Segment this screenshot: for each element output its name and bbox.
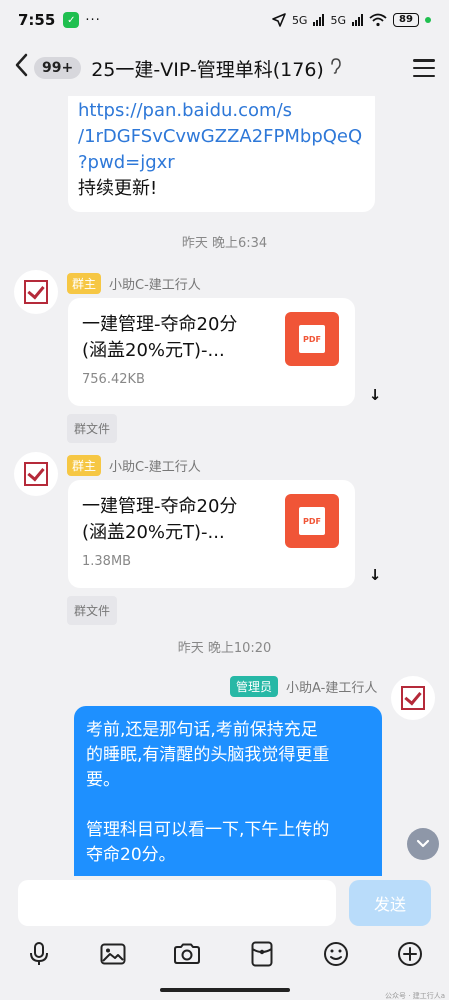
message-line: 要。: [86, 770, 120, 790]
input-bar: 发送 公众号 · 建工行人a: [0, 876, 449, 1000]
watermark: 公众号 · 建工行人a: [385, 992, 445, 1000]
message-line: 考前,还是那句话,考前保持充足: [86, 720, 318, 740]
sender-line: 管理员 小助A-建工行人: [230, 676, 377, 697]
share-link-line-1[interactable]: https://pan.baidu.com/s: [78, 98, 365, 124]
wechat-icon: ✓: [63, 12, 80, 28]
admin-message-bubble[interactable]: 考前,还是那句话,考前保持充足 的睡眠,有清醒的头脑我觉得更重 要。 管理科目可…: [74, 706, 382, 876]
link-message-bubble[interactable]: https://pan.baidu.com/s /1rDGFSvCvwGZZA2…: [68, 96, 375, 212]
checkbox-logo-icon: [401, 686, 425, 710]
chat-messages[interactable]: https://pan.baidu.com/s /1rDGFSvCvwGZZA2…: [0, 96, 449, 876]
file-card[interactable]: 一建管理-夺命20分 (涵盖20%元T)-... 756.42KB PDF: [68, 298, 355, 406]
owner-tag: 群主: [67, 455, 102, 476]
chat-header: 99+ 25一建-VIP-管理单科(176): [0, 40, 449, 96]
sender-name[interactable]: 小助C-建工行人: [109, 274, 201, 293]
scroll-to-bottom-button[interactable]: [407, 828, 439, 860]
checkbox-logo-icon: [24, 462, 48, 486]
sender-name[interactable]: 小助A-建工行人: [286, 677, 377, 696]
sender-line: 群主 小助C-建工行人: [67, 455, 201, 476]
camera-icon[interactable]: [172, 939, 202, 969]
file-name-line-2: (涵盖20%元T)-...: [82, 340, 225, 361]
back-icon[interactable]: [14, 53, 32, 84]
file-card[interactable]: 一建管理-夺命20分 (涵盖20%元T)-... 1.38MB PDF: [68, 480, 355, 588]
status-time: 7:55: [18, 11, 56, 29]
download-icon[interactable]: ↓: [365, 385, 385, 405]
file-name-line-1: 一建管理-夺命20分: [82, 314, 238, 335]
owner-tag: 群主: [67, 273, 102, 294]
microphone-icon[interactable]: [24, 939, 54, 969]
signal-icon-1: [313, 14, 325, 26]
share-link[interactable]: https://pan.baidu.com/s /1rDGFSvCvwGZZA2…: [78, 98, 365, 176]
home-indicator[interactable]: [160, 988, 290, 992]
send-button[interactable]: 发送: [349, 880, 431, 926]
file-size: 1.38MB: [82, 554, 132, 569]
status-bar: 7:55 ✓ ··· 5G 5G 89: [0, 0, 449, 40]
more-notifications-icon: ···: [85, 12, 101, 28]
file-name-line-1: 一建管理-夺命20分: [82, 496, 238, 517]
sender-line: 群主 小助C-建工行人: [67, 273, 201, 294]
signal-icon-2: [352, 14, 363, 26]
wifi-icon: [369, 13, 387, 27]
network-5g-label-1: 5G: [291, 13, 308, 27]
sender-name[interactable]: 小助C-建工行人: [109, 456, 201, 475]
message-line: 夺命20分。: [86, 845, 176, 865]
checkbox-logo-icon: [24, 280, 48, 304]
emoji-icon[interactable]: [321, 939, 351, 969]
battery-icon: 89: [393, 13, 419, 27]
network-5g-label-2: 5G: [330, 13, 346, 27]
pdf-icon-label: PDF: [299, 325, 325, 353]
share-link-line-2[interactable]: /1rDGFSvCvwGZZA2FPMbpQeQ: [78, 124, 365, 150]
pdf-icon: PDF: [285, 312, 339, 366]
input-toolbar: [0, 936, 449, 972]
red-packet-icon[interactable]: [247, 939, 277, 969]
share-link-line-3[interactable]: ?pwd=jgxr: [78, 150, 365, 176]
message-line: 的睡眠,有清醒的头脑我觉得更重: [86, 745, 330, 765]
message-text: 持续更新!: [78, 178, 158, 199]
avatar[interactable]: [391, 676, 435, 720]
file-size: 756.42KB: [82, 372, 145, 387]
avatar[interactable]: [14, 452, 58, 496]
avatar[interactable]: [14, 270, 58, 314]
chat-title[interactable]: 25一建-VIP-管理单科(176): [91, 55, 324, 82]
pdf-icon: PDF: [285, 494, 339, 548]
plus-icon[interactable]: [395, 939, 425, 969]
download-icon[interactable]: ↓: [365, 565, 385, 585]
message-input[interactable]: [18, 880, 336, 926]
pdf-icon-label: PDF: [299, 507, 325, 535]
menu-icon[interactable]: [413, 59, 435, 77]
status-icons: 5G 5G 89: [272, 13, 431, 27]
group-file-tag[interactable]: 群文件: [67, 596, 118, 625]
privacy-indicator-dot: [425, 17, 431, 23]
message-line: [86, 793, 370, 818]
group-file-tag[interactable]: 群文件: [67, 414, 118, 443]
chevron-down-icon: [416, 839, 430, 848]
location-arrow-icon: [272, 13, 286, 27]
timestamp: 昨天 晚上6:34: [181, 236, 268, 251]
file-name-line-2: (涵盖20%元T)-...: [82, 522, 225, 543]
image-icon[interactable]: [98, 939, 128, 969]
unread-count-badge[interactable]: 99+: [34, 57, 82, 79]
earpiece-mode-icon: [330, 58, 342, 78]
admin-tag: 管理员: [230, 676, 279, 697]
timestamp: 昨天 晚上10:20: [177, 641, 272, 656]
message-line: 管理科目可以看一下,下午上传的: [86, 820, 330, 840]
